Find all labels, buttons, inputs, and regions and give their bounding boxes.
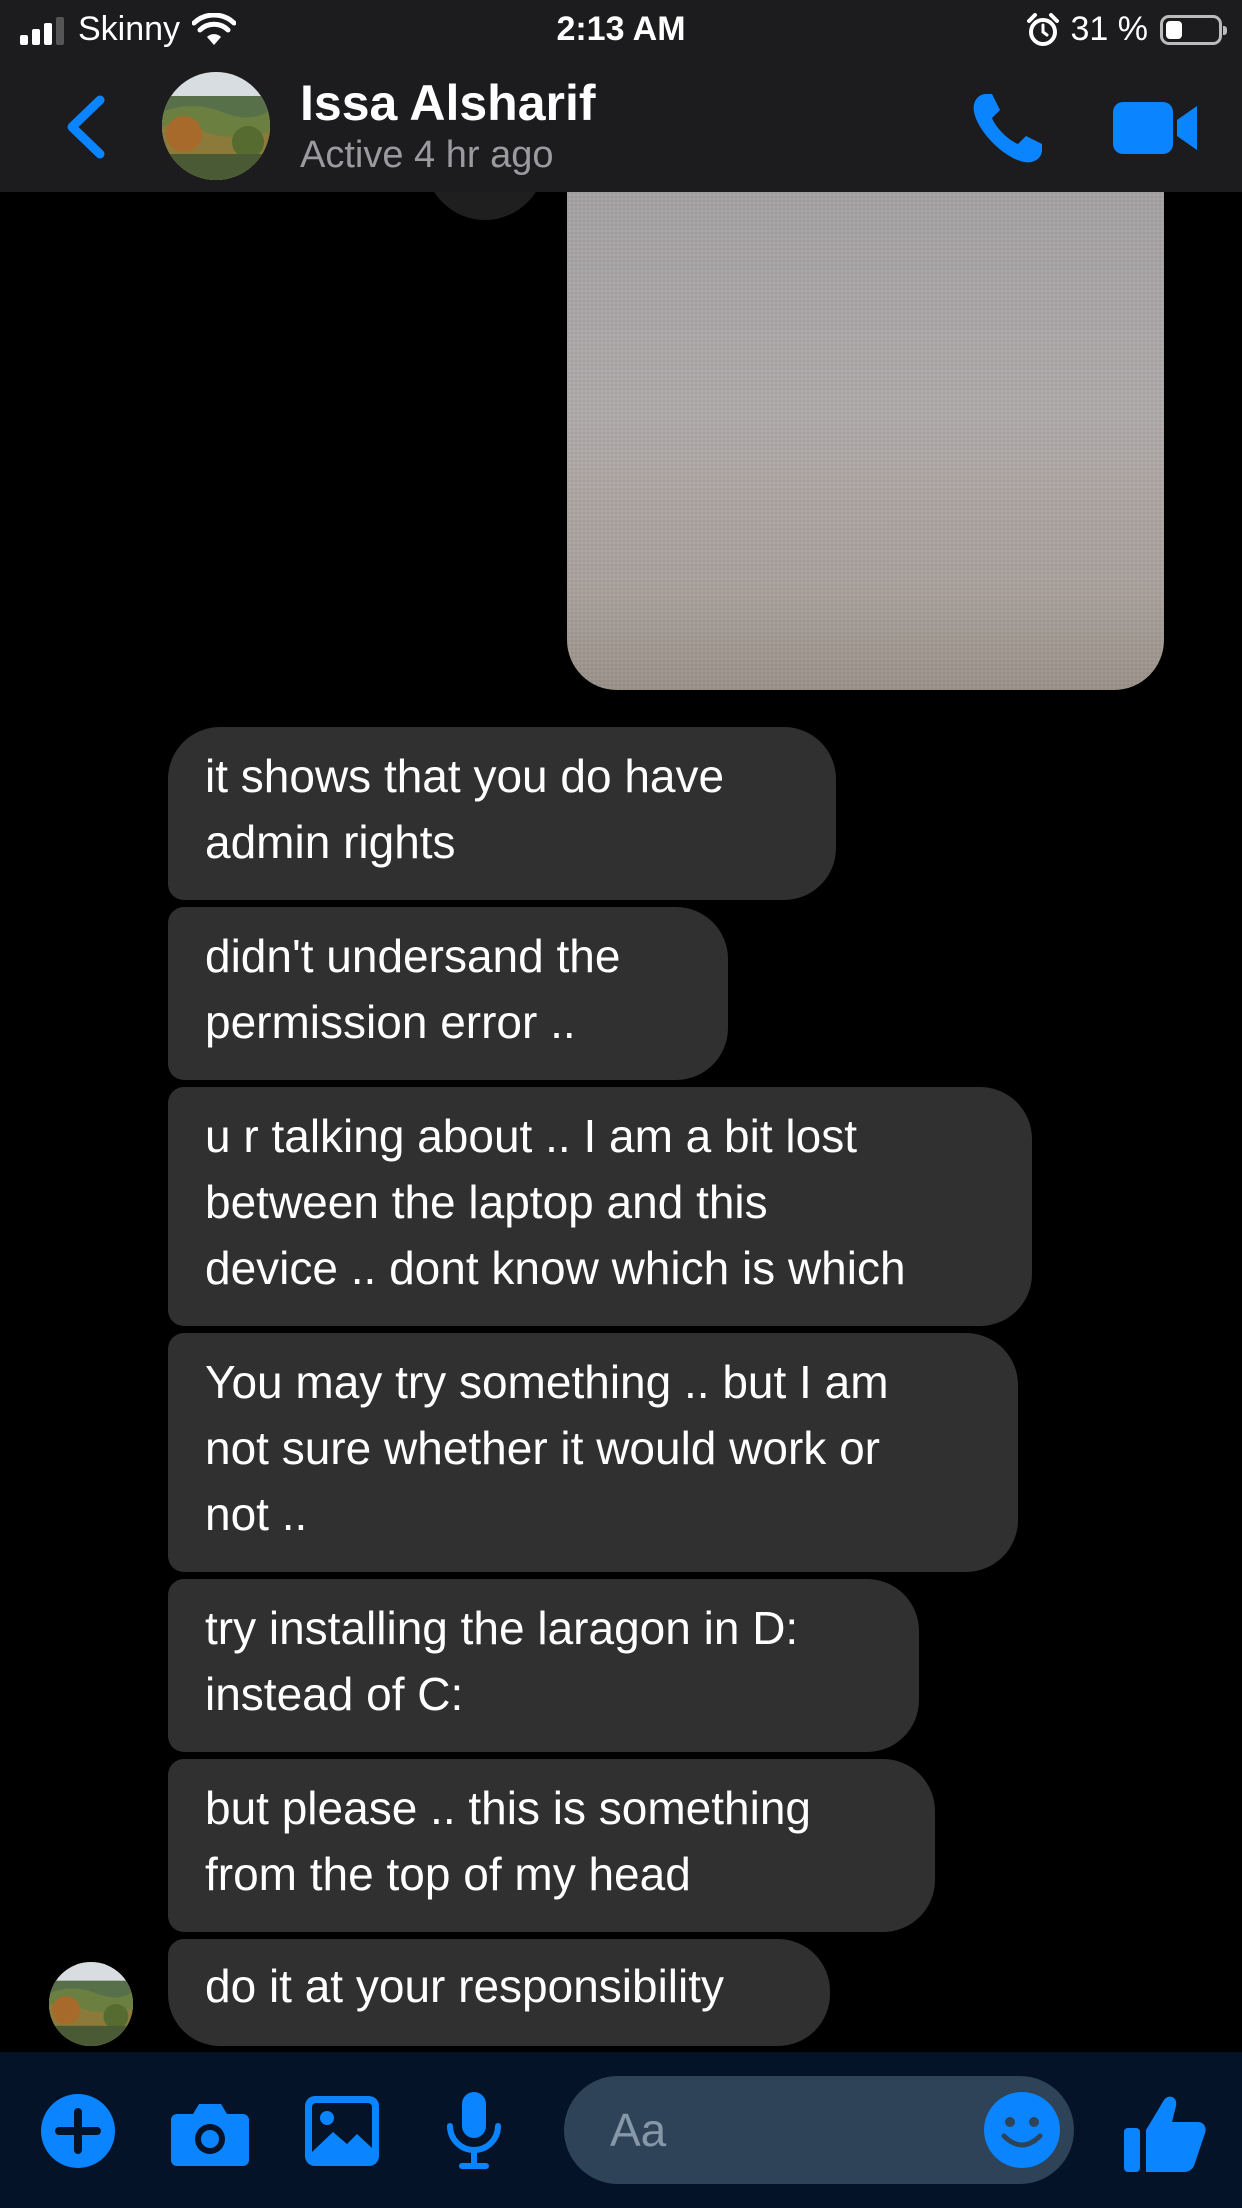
contact-avatar[interactable] [162, 72, 270, 180]
message-bubble[interactable]: You may try something .. but I am not su… [168, 1333, 1018, 1572]
message-bubble[interactable]: try installing the laragon in D: instead… [168, 1579, 919, 1752]
active-status: Active 4 hr ago [300, 134, 554, 176]
messenger-screen: Skinny 2:13 AM 31 % Issa Alsharif Active… [0, 0, 1242, 2208]
landscape-photo-icon [49, 1962, 133, 2046]
thumbs-up-icon[interactable] [1124, 2094, 1206, 2174]
status-bar: Skinny 2:13 AM 31 % [0, 0, 1242, 62]
battery-percent: 31 % [1070, 10, 1149, 48]
phone-icon[interactable] [968, 88, 1048, 168]
alarm-icon [1026, 12, 1059, 46]
back-chevron-icon[interactable] [58, 92, 118, 162]
battery-icon [1160, 14, 1227, 45]
contact-name[interactable]: Issa Alsharif [300, 74, 596, 132]
message-bubble[interactable]: u r talking about .. I am a bit lost bet… [168, 1087, 1032, 1326]
message-bubble[interactable]: do it at your responsibility [168, 1939, 830, 2046]
sender-avatar[interactable] [49, 1962, 133, 2046]
camera-icon[interactable] [171, 2098, 249, 2166]
battery-level [1166, 20, 1182, 39]
composer-bar [0, 2052, 1242, 2208]
message-bubble[interactable]: it shows that you do have admin rights [168, 727, 836, 900]
emoji-icon[interactable] [984, 2092, 1060, 2168]
image-icon[interactable] [305, 2096, 379, 2166]
microphone-icon[interactable] [444, 2092, 504, 2172]
status-right: 31 % [1026, 10, 1227, 49]
message-bubble[interactable]: didn't undersand the permission error .. [168, 907, 728, 1080]
conversation-header: Issa Alsharif Active 4 hr ago [0, 62, 1242, 192]
video-camera-icon[interactable] [1113, 98, 1199, 158]
landscape-photo-icon [162, 72, 270, 180]
plus-icon[interactable] [41, 2094, 115, 2168]
message-bubble[interactable]: but please .. this is something from the… [168, 1759, 935, 1932]
photo-message[interactable] [567, 192, 1164, 690]
